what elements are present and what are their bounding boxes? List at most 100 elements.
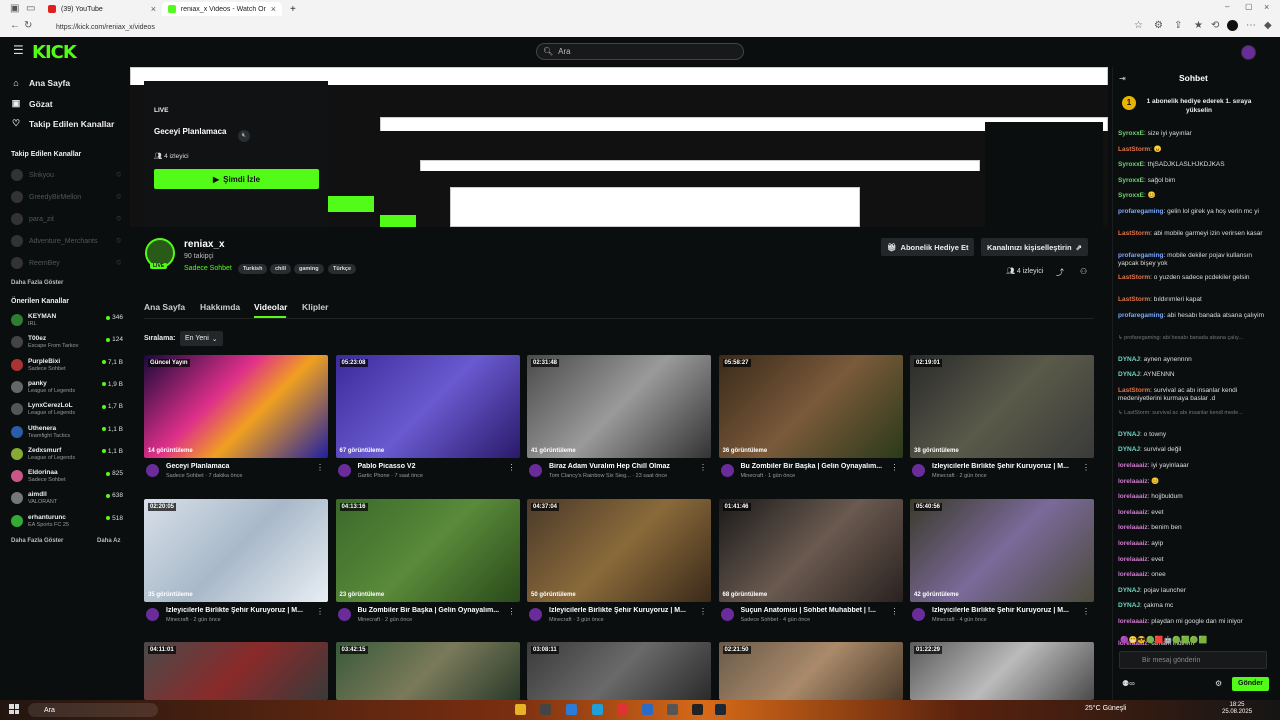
chat-message[interactable]: LastStorm: bıldırımleri kapat <box>1118 296 1268 304</box>
chat-username[interactable]: SyroxxE <box>1118 161 1144 168</box>
close-tab-icon[interactable]: × <box>151 4 156 14</box>
chat-username[interactable]: DYNAJ <box>1118 356 1140 363</box>
more-options-icon[interactable]: ⋮ <box>508 463 516 472</box>
video-title[interactable]: İzleyicilerle Birlikte Şehir Kuruyoruz |… <box>166 607 314 614</box>
video-title[interactable]: Bu Zombiler Bir Başka | Gelin Oynayalım.… <box>741 463 889 470</box>
minimize-icon[interactable]: – <box>1225 2 1229 11</box>
sidebar-item-home[interactable]: ⌂ Ana Sayfa <box>11 78 70 88</box>
more-options-icon[interactable]: ⋮ <box>1082 607 1090 616</box>
video-title[interactable]: Geceyi Planlamaca <box>166 463 314 470</box>
video-thumbnail[interactable]: 01:22:29 <box>910 642 1094 700</box>
recommended-channel[interactable]: Eldorinaa Sadece Sohbet 825 <box>11 469 123 485</box>
tag[interactable]: gaming <box>294 264 324 274</box>
tag[interactable]: Turkish <box>238 264 268 274</box>
show-more-followed[interactable]: Daha Fazla Göster <box>11 280 63 286</box>
chat-message[interactable]: lorelaaaiz: benim ben <box>1118 524 1268 532</box>
tabs-icon[interactable]: ▭ <box>26 3 35 14</box>
video-title[interactable]: İzleyicilerle Birlikte Şehir Kuruyoruz |… <box>932 463 1080 470</box>
chat-username[interactable]: lorelaaaiz <box>1118 540 1148 547</box>
chat-username[interactable]: lorelaaaiz <box>1118 524 1148 531</box>
sidebar-item-browse[interactable]: ▣ Gözat <box>11 98 53 109</box>
followed-channel[interactable]: Adventure_Merchants ⦸ <box>11 234 121 248</box>
steam-icon[interactable] <box>715 704 726 715</box>
clock[interactable]: 18:25 25.08.2025 <box>1222 702 1252 716</box>
video-thumbnail[interactable]: 02:31:48 41 görüntüleme <box>527 355 711 458</box>
tab-youtube[interactable]: (39) YouTube × <box>42 2 162 16</box>
kick-logo[interactable]: KICK <box>32 42 77 63</box>
video-thumbnail[interactable]: 02:21:50 <box>718 642 903 700</box>
more-options-icon[interactable]: ⋮ <box>891 463 899 472</box>
chat-message[interactable]: SyroxxE: thjSADJKLASLHJKDJKAS <box>1118 161 1268 169</box>
video-thumbnail[interactable]: 05:23:08 67 görüntüleme <box>335 355 520 458</box>
recommended-channel[interactable]: PurpleBixi Sadece Sohbet 7,1 B <box>11 358 123 374</box>
video-thumbnail[interactable]: 01:41:46 68 görüntüleme <box>718 499 903 602</box>
video-card[interactable]: 05:23:08 67 görüntüleme Pablo Picasso V2 Ga… <box>335 355 520 490</box>
video-card[interactable]: 01:41:46 68 görüntüleme Suçun Anatomisi | … <box>718 499 903 634</box>
video-title[interactable]: İzleyicilerle Birlikte Şehir Kuruyoruz |… <box>932 607 1080 614</box>
new-tab-button[interactable]: + <box>284 2 302 16</box>
chat-message[interactable]: lorelaaaiz: ayip <box>1118 540 1268 548</box>
chat-username[interactable]: DYNAJ <box>1118 431 1140 438</box>
chat-username[interactable]: lorelaaaiz <box>1118 618 1148 625</box>
sort-select[interactable]: En Yeni ⌄ <box>180 331 223 346</box>
video-thumbnail[interactable]: 04:13:16 23 görüntüleme <box>335 499 520 602</box>
chat-message[interactable]: profaregaming: abi hesabı banada atsana … <box>1118 312 1268 320</box>
chat-username[interactable]: DYNAJ <box>1118 446 1140 453</box>
chat-message[interactable]: LastStorm: o yuzden sadece pcdekiler gel… <box>1118 274 1268 282</box>
tag[interactable]: Türkçe <box>328 264 357 274</box>
chat-input[interactable]: Bir mesaj gönderin <box>1119 651 1267 669</box>
followed-channel[interactable]: ReemBey ⦸ <box>11 256 121 270</box>
chat-message[interactable]: DYNAJ: survival değil <box>1118 446 1268 454</box>
video-card[interactable]: 01:22:29 <box>910 642 1094 700</box>
chat-username[interactable]: lorelaaaiz <box>1118 493 1148 500</box>
chat-message[interactable]: SyroxxE: 😊 <box>1118 192 1268 200</box>
video-card[interactable]: 02:20:05 35 görüntüleme İzleyicilerle Birl… <box>144 499 328 634</box>
windows-start-icon[interactable] <box>9 704 19 714</box>
video-thumbnail[interactable]: Güncel Yayın 14 görüntüleme <box>144 355 328 458</box>
chat-message[interactable]: lorelaaaiz: hojjbuldum <box>1118 493 1268 501</box>
video-card[interactable]: 04:37:04 50 görüntüleme İzleyicilerle Birl… <box>527 499 711 634</box>
video-title[interactable]: Biraz Adam Vuralım Hep Chill Olmaz <box>549 463 697 470</box>
video-thumbnail[interactable]: 03:08:11 <box>527 642 711 700</box>
chat-message[interactable]: profaregaming: gelin lol girek ya hoş ve… <box>1118 208 1268 216</box>
favorites-icon[interactable]: ★ <box>1194 20 1203 31</box>
video-card[interactable]: 02:19:01 38 görüntüleme İzleyicilerle Birl… <box>910 355 1094 490</box>
chat-message[interactable]: DYNAJ: pojav launcher <box>1118 587 1268 595</box>
video-thumbnail[interactable]: 03:42:15 <box>335 642 520 700</box>
chat-username[interactable]: LastStorm <box>1118 230 1150 237</box>
browser-icon[interactable] <box>592 704 603 715</box>
chat-username[interactable]: lorelaaaiz <box>1118 462 1148 469</box>
chat-message[interactable]: DYNAJ: çakma mc <box>1118 602 1268 610</box>
tab-clips[interactable]: Klipler <box>302 302 328 312</box>
recommended-channel[interactable]: Uthenera Teamfight Tactics 1,1 B <box>11 425 123 441</box>
tab-videos[interactable]: Videolar <box>254 302 287 312</box>
hamburger-menu-icon[interactable]: ☰ <box>13 43 24 57</box>
chat-username[interactable]: SyroxxE <box>1118 192 1144 199</box>
search-input[interactable]: 🔍︎ Ara <box>536 43 744 60</box>
more-options-icon[interactable]: ⋮ <box>1082 463 1090 472</box>
menu-dots-icon[interactable]: ⋯ <box>1246 20 1256 31</box>
copilot-icon[interactable]: ◆ <box>1264 20 1272 31</box>
channel-name[interactable]: reniax_x <box>184 239 225 250</box>
app-icon[interactable] <box>667 704 678 715</box>
chat-message[interactable]: lorelaaaiz: onee <box>1118 571 1268 579</box>
chat-username[interactable]: lorelaaaiz <box>1118 478 1148 485</box>
video-thumbnail[interactable]: 05:58:27 36 görüntüleme <box>718 355 903 458</box>
chat-message[interactable]: SyroxxE: size iyi yayınlar <box>1118 130 1268 138</box>
chat-username[interactable]: profaregaming <box>1118 252 1164 259</box>
user-avatar[interactable] <box>1241 45 1256 60</box>
chat-message[interactable]: lorelaaaiz: evet <box>1118 556 1268 564</box>
mute-icon[interactable]: 🔇︎ <box>238 130 250 142</box>
app-icon[interactable] <box>692 704 703 715</box>
chat-message[interactable]: lorelaaaiz: playdan mi google dan mi ini… <box>1118 618 1268 626</box>
sidebar-item-following[interactable]: ♡ Takip Edilen Kanallar <box>11 118 114 129</box>
chat-username[interactable]: LastStorm <box>1118 296 1150 303</box>
chat-message[interactable]: SyroxxE: sağol bim <box>1118 177 1268 185</box>
chat-settings-icon[interactable]: ⚙ <box>1215 679 1222 688</box>
video-thumbnail[interactable]: 05:40:56 42 görüntüleme <box>910 499 1094 602</box>
tag[interactable]: chill <box>270 264 292 274</box>
chat-username[interactable]: DYNAJ <box>1118 587 1140 594</box>
video-thumbnail[interactable]: 04:37:04 50 görüntüleme <box>527 499 711 602</box>
video-card[interactable]: 04:13:16 23 görüntüleme Bu Zombiler Bir Ba… <box>335 499 520 634</box>
chat-message[interactable]: LastStorm: survival ac abı insanlar kend… <box>1118 387 1268 403</box>
